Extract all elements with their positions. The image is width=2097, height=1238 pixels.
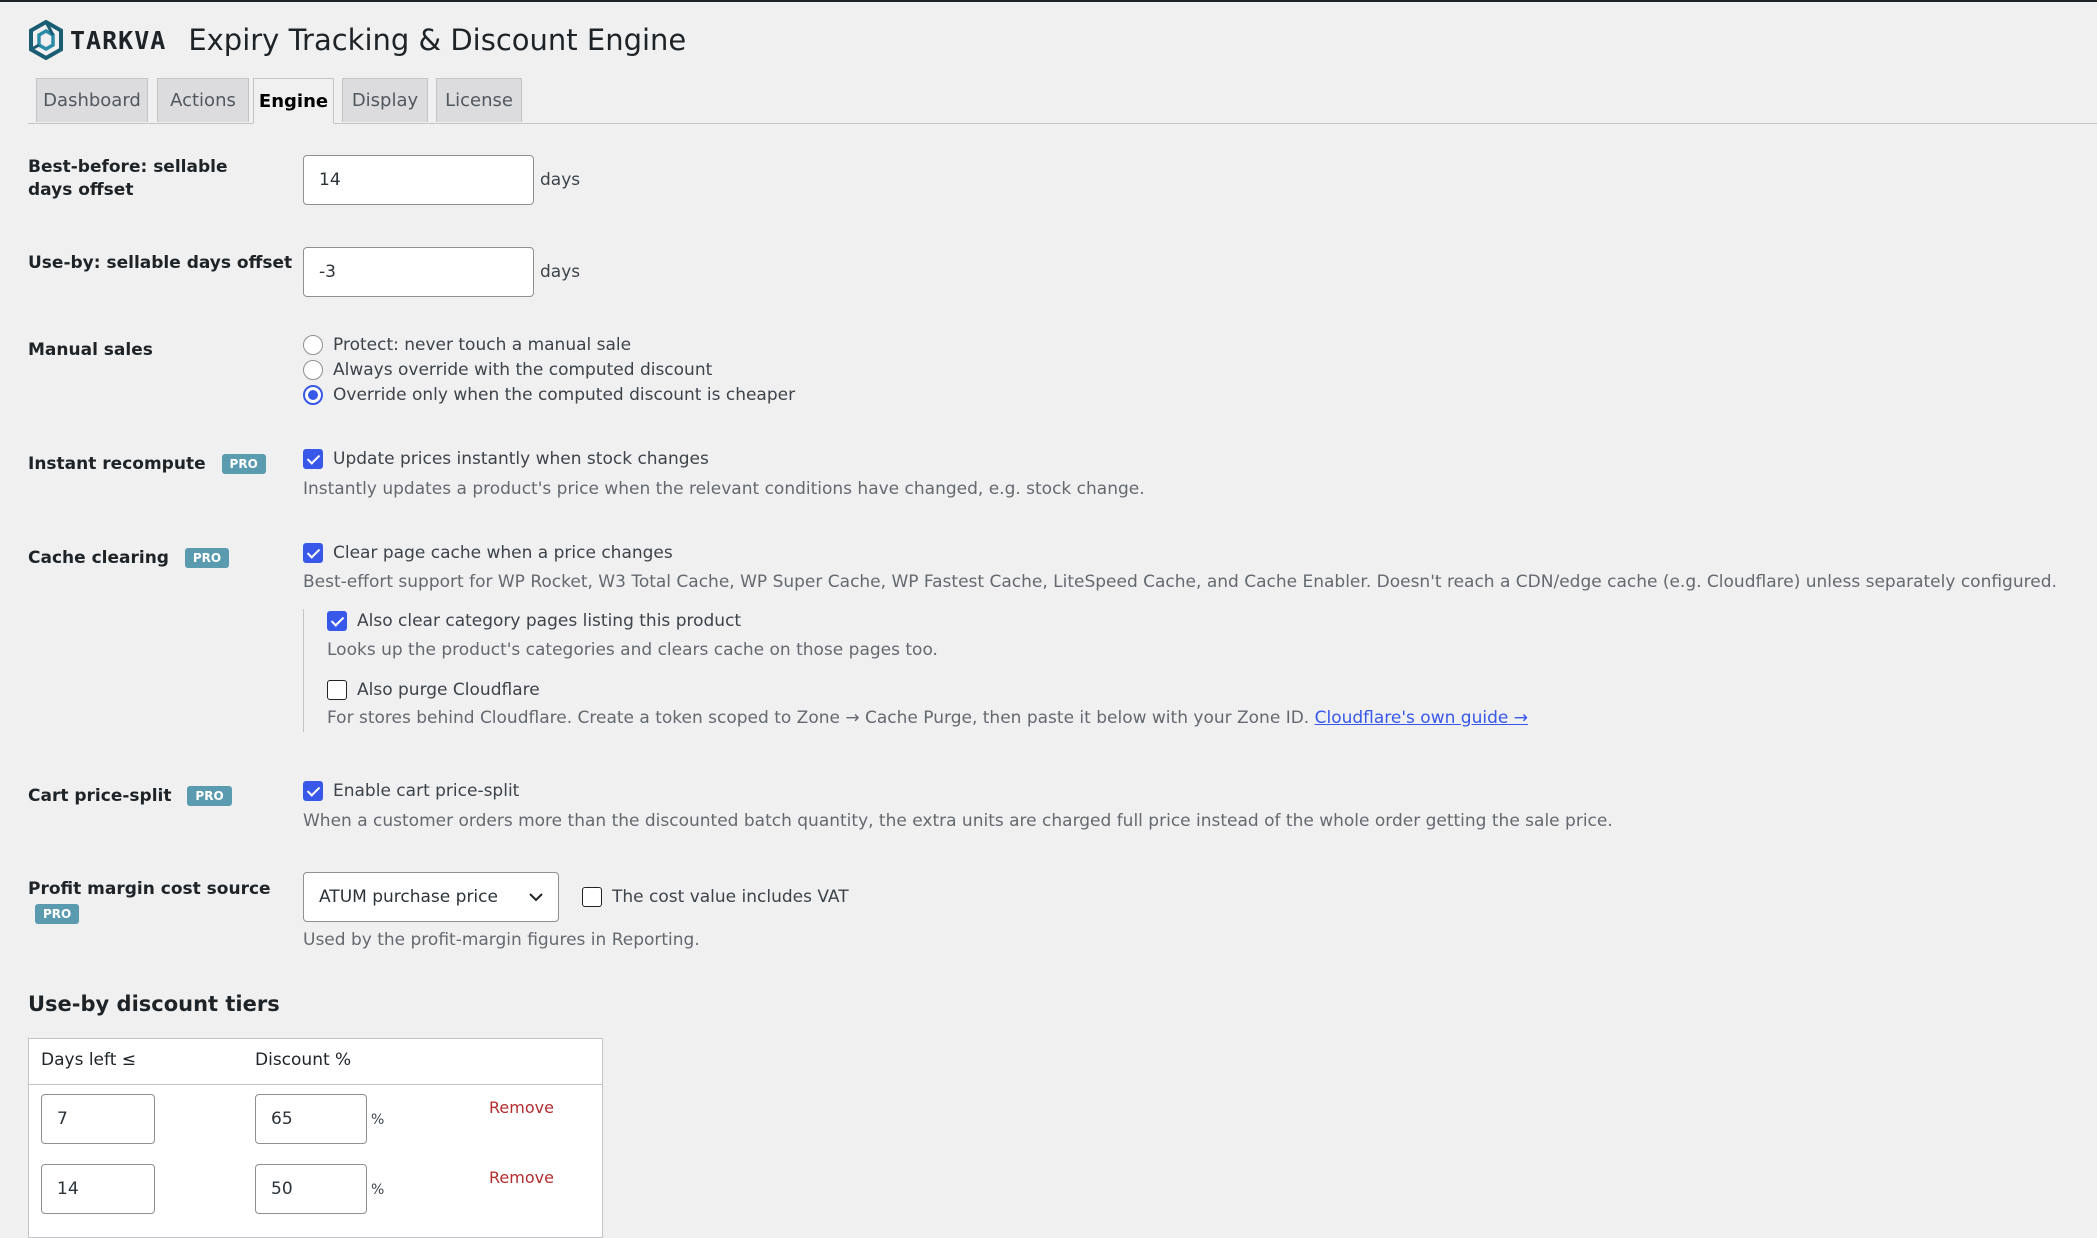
profit-margin-description: Used by the profit-margin figures in Rep… [303, 930, 700, 950]
tier-days-input[interactable] [41, 1094, 155, 1144]
chevron-down-icon [529, 893, 543, 902]
percent-symbol: % [371, 1182, 385, 1198]
instant-recompute-description: Instantly updates a product's price when… [303, 479, 1145, 499]
cache-clearing-checkbox[interactable] [303, 543, 323, 563]
cart-split-description: When a customer orders more than the dis… [303, 811, 1613, 831]
clear-category-description: Looks up the product's categories and cl… [327, 640, 938, 660]
purge-cloudflare-checkbox[interactable] [327, 680, 347, 700]
cloudflare-guide-link[interactable]: Cloudflare's own guide → [1315, 708, 1528, 728]
tab-actions[interactable]: Actions [157, 78, 249, 122]
option-protect-label: Protect: never touch a manual sale [333, 335, 632, 355]
brand-name: TARKVA [70, 25, 167, 55]
option-override-cheaper-label: Override only when the computed discount… [333, 385, 796, 405]
radio-always-override[interactable] [303, 360, 323, 380]
tier-discount-input[interactable] [255, 1164, 367, 1214]
cache-clearing-label-text: Cache clearing [28, 548, 169, 568]
instant-recompute-option[interactable]: Update prices instantly when stock chang… [303, 449, 709, 469]
tab-display[interactable]: Display [342, 78, 428, 122]
col-discount: Discount % [255, 1050, 352, 1070]
cache-clearing-description: Best-effort support for WP Rocket, W3 To… [303, 572, 2057, 592]
tiers-heading: Use-by discount tiers [28, 992, 280, 1016]
option-always-override-label: Always override with the computed discou… [333, 360, 713, 380]
cart-split-label-text: Cart price-split [28, 786, 172, 806]
best-before-suffix: days [540, 170, 581, 190]
tiers-table-header: Days left ≤ Discount % [29, 1039, 602, 1085]
pro-badge: PRO [221, 454, 266, 474]
cart-split-label: Cart price-split PRO [28, 785, 232, 808]
use-by-offset-input[interactable] [303, 247, 534, 297]
tiers-table: Days left ≤ Discount % % Remove % Remove [28, 1038, 603, 1238]
best-before-offset-input[interactable] [303, 155, 534, 205]
instant-recompute-checkbox[interactable] [303, 449, 323, 469]
cart-split-option[interactable]: Enable cart price-split [303, 781, 519, 801]
page-title: Expiry Tracking & Discount Engine [188, 23, 687, 57]
instant-recompute-checkbox-label: Update prices instantly when stock chang… [333, 449, 709, 469]
tier-days-input[interactable] [41, 1164, 155, 1214]
radio-protect[interactable] [303, 335, 323, 355]
instant-recompute-label-text: Instant recompute [28, 454, 206, 474]
clear-category-checkbox[interactable] [327, 611, 347, 631]
use-by-suffix: days [540, 262, 581, 282]
cost-source-select[interactable]: ATUM purchase price [303, 872, 559, 922]
cache-clearing-option[interactable]: Clear page cache when a price changes [303, 543, 673, 563]
instant-recompute-label: Instant recompute PRO [28, 453, 266, 476]
col-days-left: Days left ≤ [41, 1050, 137, 1070]
profit-margin-label: Profit margin cost source [28, 879, 271, 899]
remove-tier-button[interactable]: Remove [489, 1098, 554, 1117]
clear-category-option[interactable]: Also clear category pages listing this p… [327, 611, 741, 631]
percent-symbol: % [371, 1112, 385, 1128]
manual-sales-option-override-cheaper[interactable]: Override only when the computed discount… [303, 385, 795, 405]
remove-tier-button[interactable]: Remove [489, 1168, 554, 1187]
purge-cloudflare-description: For stores behind Cloudflare. Create a t… [327, 708, 1528, 728]
cart-split-checkbox[interactable] [303, 781, 323, 801]
logo: TARKVA [28, 20, 166, 60]
best-before-label: Best-before: sellable days offset [28, 157, 228, 200]
pro-badge: PRO [35, 904, 80, 924]
purge-cloudflare-description-text: For stores behind Cloudflare. Create a t… [327, 708, 1310, 728]
manual-sales-label: Manual sales [28, 340, 153, 360]
tab-bar: Dashboard Actions Engine Display License [28, 78, 2097, 124]
tab-engine[interactable]: Engine [253, 78, 334, 124]
cost-includes-vat-option[interactable]: The cost value includes VAT [582, 887, 849, 907]
cost-includes-vat-checkbox[interactable] [582, 887, 602, 907]
radio-override-cheaper[interactable] [303, 385, 323, 405]
cost-source-selected-value: ATUM purchase price [319, 887, 498, 907]
purge-cloudflare-checkbox-label: Also purge Cloudflare [357, 680, 540, 700]
tab-license[interactable]: License [436, 78, 522, 122]
cost-includes-vat-label: The cost value includes VAT [612, 887, 849, 907]
cache-clearing-label: Cache clearing PRO [28, 547, 230, 570]
use-by-label: Use-by: sellable days offset [28, 253, 293, 273]
pro-badge: PRO [187, 786, 232, 806]
header: TARKVA Expiry Tracking & Discount Engine [28, 18, 686, 62]
pro-badge: PRO [184, 548, 230, 568]
manual-sales-option-always-override[interactable]: Always override with the computed discou… [303, 360, 712, 380]
tab-dashboard[interactable]: Dashboard [36, 78, 148, 122]
purge-cloudflare-option[interactable]: Also purge Cloudflare [327, 680, 540, 700]
tier-discount-input[interactable] [255, 1094, 367, 1144]
manual-sales-option-protect[interactable]: Protect: never touch a manual sale [303, 335, 631, 355]
cache-subgroup-border [303, 609, 304, 732]
cart-split-checkbox-label: Enable cart price-split [333, 781, 520, 801]
tarkva-logo-icon [29, 20, 63, 60]
clear-category-checkbox-label: Also clear category pages listing this p… [357, 611, 742, 631]
cache-clearing-checkbox-label: Clear page cache when a price changes [333, 543, 673, 563]
